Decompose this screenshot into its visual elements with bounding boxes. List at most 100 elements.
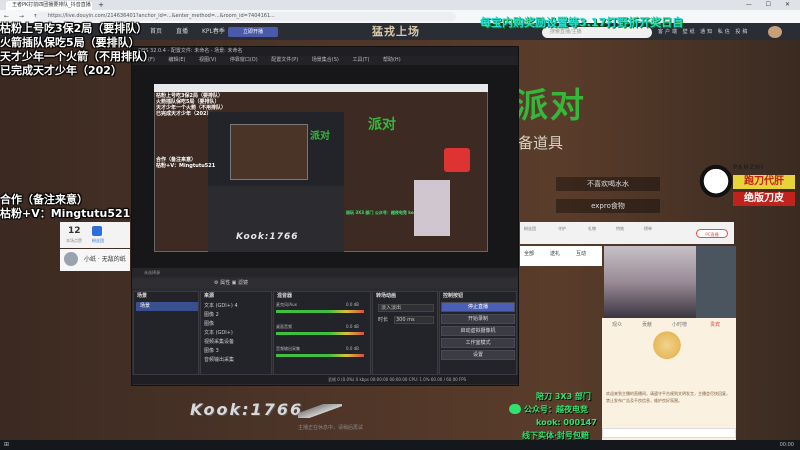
panzhi-line-2: 绝版刀皮 [733, 192, 795, 206]
feather-icon [298, 404, 342, 418]
mascot-image [652, 330, 682, 368]
bottom-hint: 主播正在休息中，请稍后再试 [298, 425, 364, 431]
url-input[interactable]: https://live.douyin.com/214636401?anchor… [36, 12, 456, 21]
host-name[interactable]: 小纸 · 无敌的纸 [84, 254, 126, 263]
tab-fans[interactable]: 粉丝团 [524, 226, 536, 232]
pc-live-button[interactable]: PC直播 [696, 229, 728, 238]
host-avatar[interactable] [64, 252, 78, 266]
scene-item[interactable]: 场景 [136, 302, 198, 311]
tab-vip[interactable]: 贵宾 [710, 321, 720, 328]
tab-hourly[interactable]: 小时榜 [672, 321, 687, 328]
source-item[interactable]: 文本 (GDI+) [204, 329, 233, 338]
gift-send-button[interactable]: 送礼 [550, 250, 560, 257]
source-item[interactable]: 图像 [204, 320, 214, 329]
fan-club-icon[interactable] [92, 226, 102, 236]
nested-vx: 枯粉+V：Mingtutu521 [156, 163, 216, 169]
mixer-meter[interactable] [276, 354, 364, 357]
mixer-track-db: 0.0 dB [346, 302, 359, 307]
settings-button[interactable]: 设置 [441, 350, 515, 360]
overlay-coop: 合作（备注来意） [0, 193, 88, 206]
tab-audience[interactable]: 观众 [612, 321, 622, 328]
promo-green-1: 陪刀 3X3 部门 [536, 392, 591, 401]
room-description: 欢迎来到主播的直播间，请遵守平台规则文明发言，主播会尽快回复，禁止发布广告及不良… [606, 391, 730, 403]
source-item[interactable]: 音频输出采集 [204, 356, 234, 365]
new-tab-button[interactable]: + [96, 0, 106, 10]
obs-menu[interactable]: 文件(F) 编辑(E) 视图(V) 停靠窗口(D) 配置文件(P) 场景集合(S… [132, 56, 518, 65]
nested-browser-bar [154, 84, 488, 92]
side-video-2 [696, 246, 736, 318]
top-marquee: 每宝内购奖励设置等3.17打野折开奖日自 [480, 16, 684, 29]
obs-preview-bar: 未选择源 [132, 268, 518, 277]
nested-line-4: 已完成天才少年（202） [156, 111, 212, 117]
gift-interact-button[interactable]: 互动 [576, 250, 586, 257]
overlay-line-4: 已完成天才少年（202） [0, 64, 122, 77]
mixer-header: 混音器 [277, 293, 293, 299]
wechat-icon [509, 404, 521, 414]
nav-home[interactable]: 首页 [150, 24, 162, 39]
tab-gift[interactable]: 礼物 [588, 226, 596, 232]
taskbar-clock: 00:00 [779, 442, 794, 448]
mixer-track-name: 桌面音频 [276, 324, 292, 329]
tab-guard[interactable]: 守护 [558, 226, 566, 232]
promo-item-1[interactable]: 不喜欢喝水水 [556, 177, 660, 191]
overlay-vx: 枯粉+V：Mingtutu521 [0, 207, 131, 220]
start-recording-button[interactable]: 开始录制 [441, 314, 515, 324]
overlay-line-2: 火箭插队保吃5局（要排队） [0, 36, 140, 49]
transitions-header: 转场动画 [376, 293, 397, 299]
overlay-line-1: 枯粉上号吃3保2局（要排队） [0, 22, 148, 35]
nested-panda-sticker [444, 148, 470, 172]
start-button[interactable]: ⊞ [4, 440, 9, 450]
obs-status-bar: 丢帧 0 (0.0%) 0 kbps 00:00:00 00:00:00 CPU… [132, 375, 518, 384]
promo-green-3: kook: 000147 [536, 418, 597, 427]
source-item[interactable]: 视频采集设备 [204, 338, 234, 347]
window-controls[interactable]: — ☐ ✕ [746, 0, 796, 10]
controls-header: 控制按钮 [443, 293, 464, 299]
mixer-track-name: 音频输出采集 [276, 346, 300, 351]
nav-kpl[interactable]: KPL春季 [202, 24, 225, 39]
source-item[interactable]: 图像 3 [204, 347, 219, 356]
duration-value: 300 ms [396, 317, 415, 323]
overlay-line-3: 天才少年一个火箭（不用排队） [0, 50, 154, 63]
banner-title: 派对 [514, 86, 586, 126]
kook-text: Kook:1766 [190, 400, 304, 419]
like-label: 本场点赞 [66, 238, 82, 243]
nested-kook: Kook:1766 [236, 232, 299, 242]
nav-live[interactable]: 直播 [176, 24, 188, 39]
obs-source-toolbar[interactable]: ⚙ 属性 ▣ 滤镜 [132, 279, 518, 288]
mixer-track-name: 麦克风/Aux [276, 302, 297, 307]
banner-subtitle: 备道具 [518, 134, 564, 152]
studio-mode-button[interactable]: 工作室模式 [441, 338, 515, 348]
obs-title: OBS 32.0.4 - 配置文件: 未命名 - 场景: 未命名 [132, 47, 518, 56]
mixer-track-db: 0.0 dB [346, 324, 359, 329]
nested-banner: 派对 [368, 117, 396, 133]
tab-contribution[interactable]: 贡献 [642, 321, 652, 328]
scenes-header: 场景 [137, 293, 148, 299]
like-count: 12 [68, 226, 81, 236]
taskbar [0, 440, 800, 450]
transition-type: 淡入淡出 [381, 305, 402, 311]
tab-effect[interactable]: 特效 [616, 226, 624, 232]
source-item[interactable]: 文本 (GDI+) 4 [204, 302, 238, 311]
virtual-camera-button[interactable]: 启动虚拟摄像机 [441, 326, 515, 336]
start-live-button[interactable]: 立即开播 [228, 27, 278, 37]
mixer-meter[interactable] [276, 332, 364, 335]
browser-tab[interactable]: 王者PK打前四团播要排队_抖音直播 [6, 1, 92, 10]
gift-all-button[interactable]: 全部 [524, 250, 534, 257]
tab-rank[interactable]: 榜单 [644, 226, 652, 232]
source-item[interactable]: 图像 2 [204, 311, 219, 320]
fan-club-label: 粉丝团 [92, 238, 104, 243]
side-video [604, 246, 696, 318]
nested-side-video [414, 180, 450, 236]
sources-header: 来源 [204, 293, 215, 299]
chat-input[interactable] [602, 428, 736, 438]
mixer-track-db: 0.0 dB [346, 346, 359, 351]
mixer-meter[interactable] [276, 310, 364, 313]
panzhi-line-1: 跑刀代肝 [733, 175, 795, 189]
duration-label: 时长 [378, 317, 389, 323]
browser-tab-bar [0, 0, 800, 10]
user-avatar[interactable] [768, 26, 782, 38]
stop-streaming-button[interactable]: 停止直播 [441, 302, 515, 312]
promo-item-2[interactable]: expro食物 [556, 199, 660, 213]
panzhi-logo: PANZHI [733, 164, 765, 171]
room-logo: 猛戎上场 [372, 25, 420, 38]
